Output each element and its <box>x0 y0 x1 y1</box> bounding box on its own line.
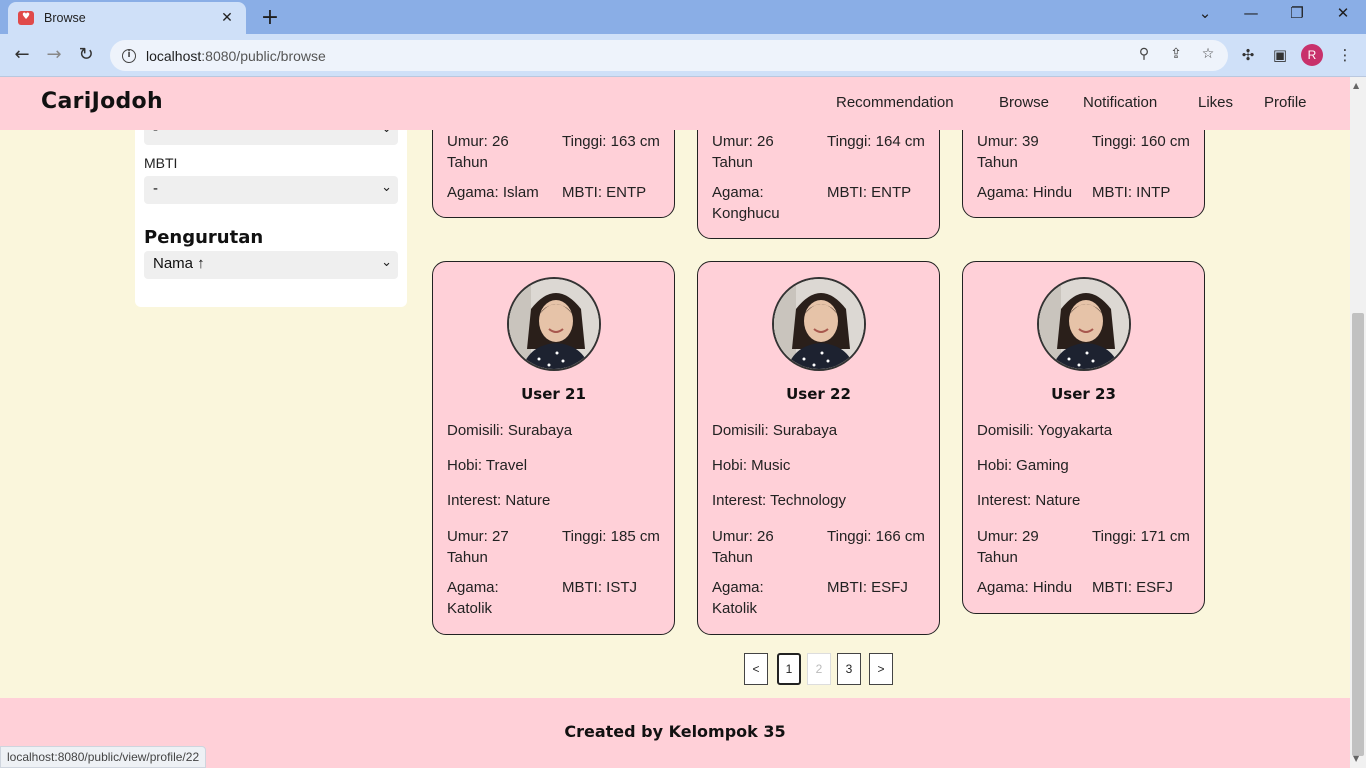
close-window-icon[interactable]: ✕ <box>1328 4 1358 22</box>
minimize-icon[interactable]: — <box>1236 4 1266 22</box>
browser-toolbar: ← → ↻ i localhost:8080/public/browse ⚲ ⇪… <box>0 34 1366 77</box>
extensions-puzzle-icon[interactable]: ✣ <box>1237 46 1259 64</box>
mbti-select[interactable]: - ⌄ <box>144 176 398 204</box>
sort-select[interactable]: Nama ↑ ⌄ <box>144 251 398 279</box>
profile-card-user-23[interactable]: User 23 Domisili: Yogyakarta Hobi: Gamin… <box>962 261 1205 614</box>
tab-title: Browse <box>44 11 86 25</box>
page-viewport: CariJodoh Recommendation Browse Notifica… <box>0 77 1350 768</box>
nav-likes[interactable]: Likes <box>1198 94 1233 111</box>
page-scrollbar[interactable]: ▲ ▼ <box>1350 77 1366 768</box>
mbti-label: MBTI <box>144 155 178 171</box>
chevron-down-icon: ⌄ <box>381 179 392 194</box>
site-logo[interactable]: CariJodoh <box>41 89 163 114</box>
close-tab-icon[interactable]: ✕ <box>218 10 236 26</box>
link-status-bar: localhost:8080/public/view/profile/22 <box>0 746 207 768</box>
user-name: User 22 <box>786 385 851 403</box>
back-icon[interactable]: ← <box>10 43 34 67</box>
reload-icon[interactable]: ↻ <box>74 43 98 67</box>
profile-card-user-22[interactable]: User 22 Domisili: Surabaya Hobi: Music I… <box>697 261 940 635</box>
pagination-page-2[interactable]: 2 <box>807 653 831 685</box>
profile-photo <box>507 277 601 371</box>
nav-notification[interactable]: Notification <box>1083 94 1157 111</box>
pagination-next[interactable]: > <box>869 653 893 685</box>
address-bar[interactable]: i localhost:8080/public/browse ⚲ ⇪ ☆ <box>110 40 1228 71</box>
profile-avatar[interactable]: R <box>1301 44 1323 66</box>
bookmark-star-icon[interactable]: ☆ <box>1198 46 1218 62</box>
site-info-icon[interactable]: i <box>122 48 136 63</box>
scroll-thumb[interactable] <box>1352 313 1364 756</box>
profile-photo <box>772 277 866 371</box>
nav-profile[interactable]: Profile <box>1264 94 1307 111</box>
nav-browse[interactable]: Browse <box>999 94 1049 111</box>
footer-credit: Created by Kelompok 35 <box>564 722 786 741</box>
sort-heading: Pengurutan <box>144 227 264 248</box>
pagination-page-3[interactable]: 3 <box>837 653 861 685</box>
new-tab-icon[interactable]: + <box>258 5 282 30</box>
restore-icon[interactable]: ❐ <box>1282 4 1312 22</box>
scroll-down-icon[interactable]: ▼ <box>1353 754 1359 763</box>
profile-card-user-21[interactable]: User 21 Domisili: Surabaya Hobi: Travel … <box>432 261 675 635</box>
scroll-up-icon[interactable]: ▲ <box>1353 81 1359 90</box>
forward-icon[interactable]: → <box>42 43 66 67</box>
chevron-down-icon: ⌄ <box>381 254 392 269</box>
pagination-prev[interactable]: < <box>744 653 768 685</box>
heart-favicon-icon <box>18 11 34 25</box>
share-icon[interactable]: ⇪ <box>1166 46 1186 62</box>
side-panel-icon[interactable]: ▣ <box>1269 46 1291 64</box>
browser-tab-bar: Browse ✕ + ⌄ — ❐ ✕ <box>0 0 1366 34</box>
tab-search-chevron-icon[interactable]: ⌄ <box>1190 4 1220 22</box>
url-text: localhost:8080/public/browse <box>146 47 326 64</box>
menu-kebab-icon[interactable]: ⋮ <box>1334 46 1356 64</box>
user-name: User 23 <box>1051 385 1116 403</box>
profile-photo <box>1037 277 1131 371</box>
nav-recommendation[interactable]: Recommendation <box>836 94 954 111</box>
browser-tab[interactable]: Browse ✕ <box>8 2 246 34</box>
user-name: User 21 <box>521 385 586 403</box>
site-header: CariJodoh Recommendation Browse Notifica… <box>0 77 1350 130</box>
pagination-page-1[interactable]: 1 <box>777 653 801 685</box>
zoom-icon[interactable]: ⚲ <box>1134 46 1154 62</box>
